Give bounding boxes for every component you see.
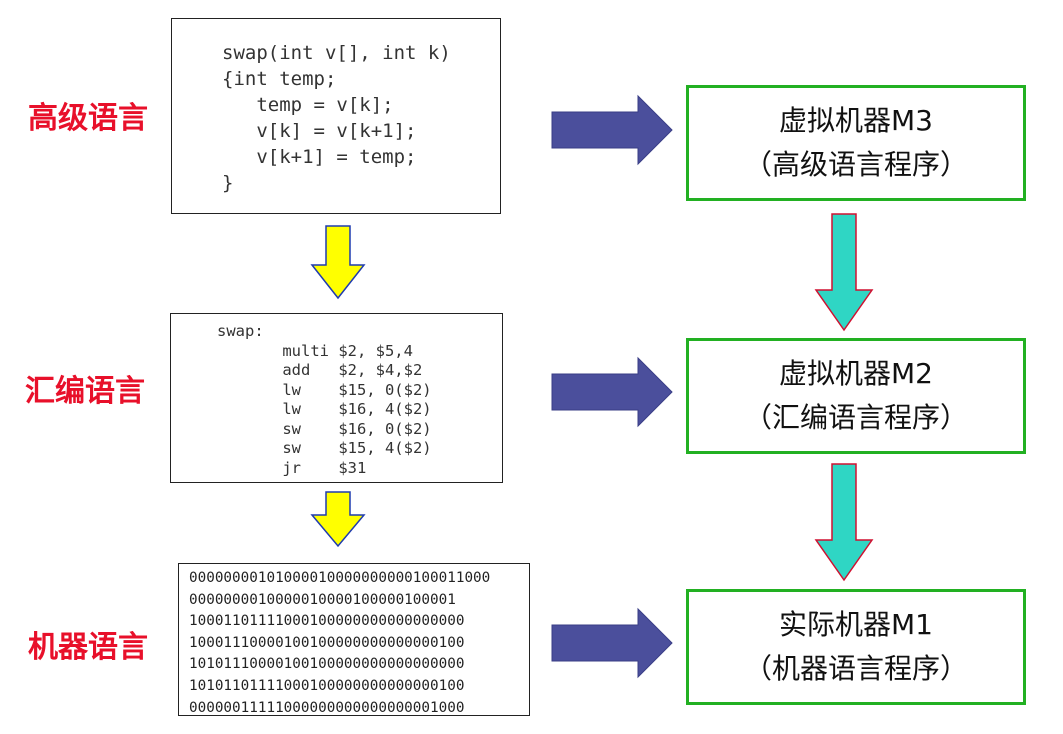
right-arrow-high (551, 94, 673, 166)
down-arrow-yellow-2 (310, 491, 366, 548)
right-arrow-assembly (551, 356, 673, 428)
down-arrow-cyan-1 (814, 213, 874, 332)
right-arrow-machine (551, 607, 673, 679)
down-arrow-cyan-2 (814, 463, 874, 582)
arrows-layer (310, 94, 874, 679)
down-arrow-yellow-1 (310, 225, 366, 300)
